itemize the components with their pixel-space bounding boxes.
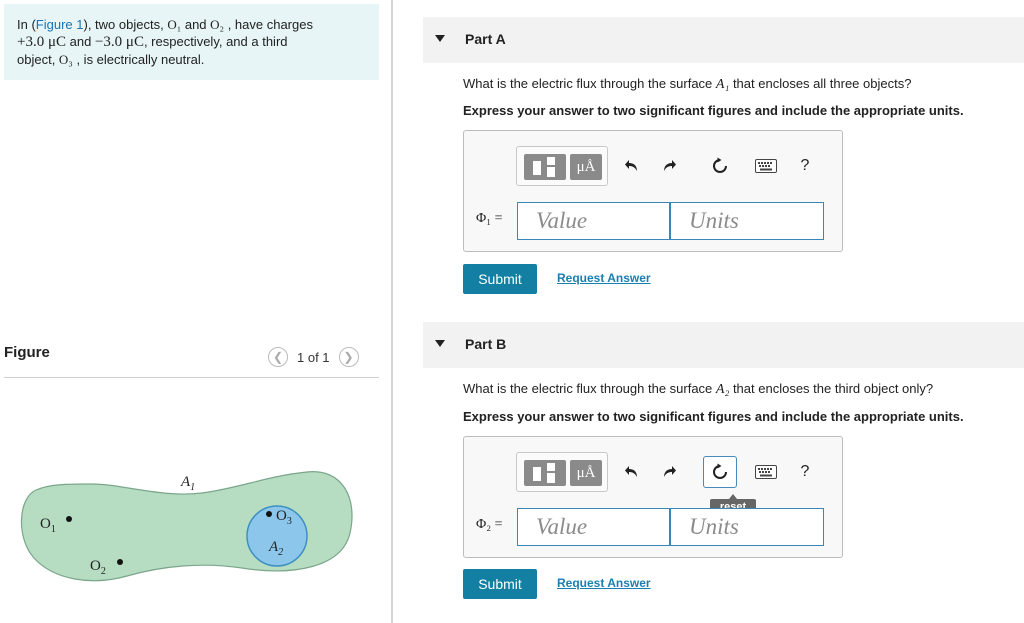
keyboard-icon[interactable] bbox=[751, 154, 781, 178]
units-button[interactable]: μÅ bbox=[570, 460, 602, 486]
intro-text: and bbox=[181, 17, 211, 32]
templates-button[interactable] bbox=[524, 460, 566, 486]
templates-button[interactable] bbox=[524, 154, 566, 180]
figure-heading: Figure bbox=[4, 344, 50, 361]
part-a-title: Part A bbox=[465, 31, 506, 47]
part-b-instruction: Express your answer to two significant f… bbox=[463, 409, 964, 424]
help-icon[interactable]: ? bbox=[792, 154, 818, 178]
chevron-right-icon[interactable]: ❯ bbox=[338, 347, 359, 367]
label-a1: A1 bbox=[180, 474, 195, 493]
template-group: μÅ bbox=[516, 146, 608, 186]
part-a-units-input[interactable] bbox=[670, 202, 824, 240]
part-b-answer-box: μÅ ? reset Φ₂ = bbox=[463, 436, 843, 558]
undo-icon[interactable] bbox=[619, 460, 645, 484]
charge-2: −3.0 μC bbox=[94, 34, 144, 50]
divider bbox=[4, 377, 379, 378]
template-group: μÅ bbox=[516, 452, 608, 492]
math-toolbar: μÅ ? bbox=[516, 146, 826, 186]
reset-icon[interactable] bbox=[707, 460, 733, 484]
part-a-instruction: Express your answer to two significant f… bbox=[463, 103, 964, 118]
phi2-label: Φ₂ = bbox=[476, 517, 503, 532]
question-text: What is the electric flux through the su… bbox=[463, 381, 716, 396]
part-a-value-input[interactable] bbox=[517, 202, 670, 240]
part-a-answer-box: μÅ ? Φ₁ = bbox=[463, 130, 843, 252]
collapse-triangle-icon[interactable] bbox=[435, 35, 445, 42]
part-a-request-answer-link[interactable]: Request Answer bbox=[557, 271, 651, 285]
units-button[interactable]: μÅ bbox=[570, 154, 602, 180]
part-b-value-input[interactable] bbox=[517, 508, 670, 546]
part-b-header[interactable]: Part B bbox=[423, 322, 1024, 368]
part-a-header[interactable]: Part A bbox=[423, 17, 1024, 63]
column-divider bbox=[391, 0, 393, 623]
help-icon[interactable]: ? bbox=[792, 460, 818, 484]
intro-text: ), two objects, bbox=[83, 17, 168, 32]
object-o2: O₂ bbox=[210, 17, 225, 32]
part-b-question: What is the electric flux through the su… bbox=[463, 381, 933, 398]
object-o2-dot bbox=[117, 559, 123, 565]
intro-text: object, bbox=[17, 52, 59, 67]
question-text: that encloses all three objects? bbox=[729, 76, 912, 91]
question-text: that encloses the third object only? bbox=[729, 381, 934, 396]
undo-icon[interactable] bbox=[619, 154, 645, 178]
redo-icon[interactable] bbox=[656, 154, 682, 178]
left-panel: In (Figure 1), two objects, O₁ and O₂ , … bbox=[0, 0, 392, 623]
part-a-submit-button[interactable]: Submit bbox=[463, 264, 537, 294]
keyboard-icon[interactable] bbox=[751, 460, 781, 484]
question-text: What is the electric flux through the su… bbox=[463, 76, 716, 91]
chevron-left-icon[interactable]: ❮ bbox=[268, 347, 288, 367]
figure-counter: 1 of 1 bbox=[297, 349, 330, 365]
math-toolbar: μÅ ? bbox=[516, 452, 826, 492]
figure-pager: ❮ 1 of 1 ❯ bbox=[268, 346, 359, 368]
charge-1: +3.0 μC bbox=[17, 34, 67, 50]
surface-a1-symbol: A₁ bbox=[715, 77, 730, 92]
intro-text: , have charges bbox=[224, 17, 313, 32]
collapse-triangle-icon[interactable] bbox=[435, 340, 445, 347]
part-b-title: Part B bbox=[465, 336, 507, 352]
object-o3-dot bbox=[266, 511, 272, 517]
part-b-units-input[interactable] bbox=[670, 508, 824, 546]
part-b-submit-button[interactable]: Submit bbox=[463, 569, 537, 599]
part-b-request-answer-link[interactable]: Request Answer bbox=[557, 576, 651, 590]
reset-icon[interactable] bbox=[707, 154, 733, 178]
phi1-label: Φ₁ = bbox=[476, 211, 503, 226]
object-o1: O₁ bbox=[167, 17, 182, 32]
problem-statement: In (Figure 1), two objects, O₁ and O₂ , … bbox=[4, 4, 379, 80]
intro-text: , respectively, and a third bbox=[143, 34, 288, 49]
intro-text: , is electrically neutral. bbox=[72, 52, 205, 67]
intro-text: and bbox=[66, 34, 95, 49]
object-o1-dot bbox=[66, 516, 72, 522]
intro-text: In ( bbox=[17, 17, 36, 32]
figure-image: O1 O2 O3 A1 A2 bbox=[20, 471, 353, 582]
part-a-question: What is the electric flux through the su… bbox=[463, 76, 911, 93]
redo-icon[interactable] bbox=[656, 460, 682, 484]
surface-a2-symbol: A₂ bbox=[715, 382, 730, 397]
object-o3: O₃ bbox=[58, 52, 73, 67]
figure-link[interactable]: Figure 1 bbox=[36, 17, 84, 32]
